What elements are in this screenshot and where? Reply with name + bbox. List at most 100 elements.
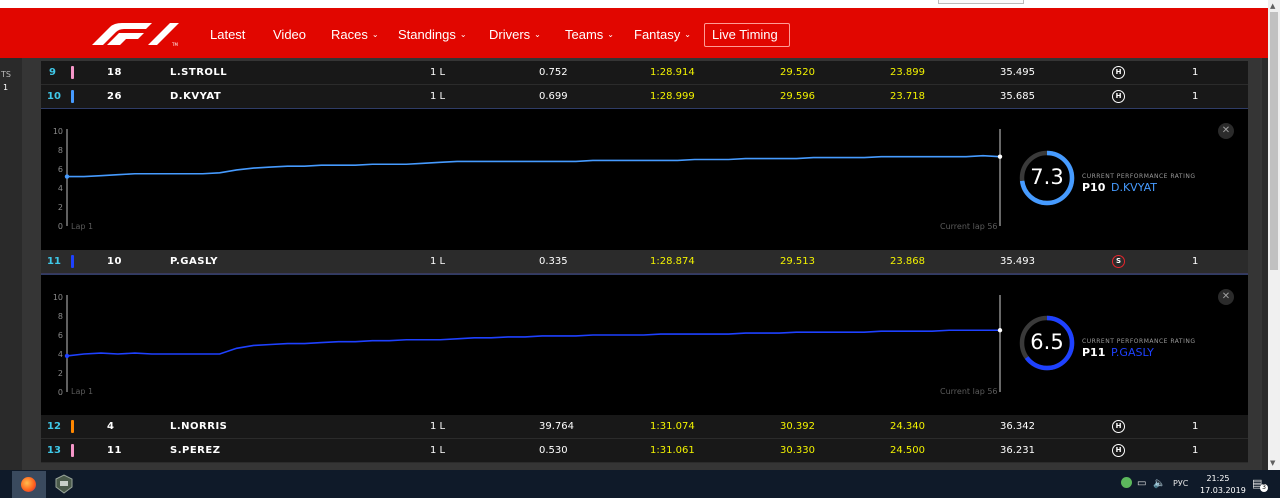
- row-sector-1: 30.392: [780, 421, 815, 432]
- close-icon[interactable]: ✕: [1218, 123, 1234, 139]
- team-color-bar: [71, 420, 74, 433]
- nav-video[interactable]: Video: [273, 27, 306, 42]
- y-tick-label: 6: [58, 165, 63, 174]
- rating-series-line: [66, 329, 1000, 357]
- row-sector-1: 29.520: [780, 67, 815, 78]
- network-icon[interactable]: ▭: [1137, 478, 1146, 489]
- team-color-bar: [71, 444, 74, 457]
- row-position: 13: [47, 445, 61, 456]
- tray-app-icon[interactable]: [1121, 477, 1132, 488]
- row-best-lap: 1:31.074: [650, 421, 695, 432]
- close-icon[interactable]: ✕: [1218, 289, 1234, 305]
- hard-tyre-icon: H: [1112, 90, 1125, 103]
- row-driver-name[interactable]: S.PEREZ: [170, 445, 220, 456]
- y-tick-label: 8: [58, 146, 63, 155]
- lap-start-label: Lap 1: [71, 222, 94, 231]
- scrollbar-thumb[interactable]: [1270, 12, 1278, 270]
- y-tick-label: 8: [58, 312, 63, 321]
- nav-latest[interactable]: Latest: [210, 27, 245, 42]
- volume-icon[interactable]: 🔈: [1153, 478, 1165, 489]
- rating-value: 7.3: [1030, 165, 1064, 189]
- game-launcher-icon[interactable]: [52, 473, 76, 495]
- y-tick-label: 2: [58, 369, 63, 378]
- row-laps: 1 L: [430, 445, 446, 456]
- language-indicator[interactable]: РУС: [1173, 479, 1188, 488]
- row-sector-3: 35.493: [1000, 256, 1035, 267]
- series-start-point: [64, 353, 70, 359]
- row-car-number: 18: [107, 67, 122, 78]
- firefox-taskbar-button[interactable]: [12, 471, 46, 498]
- nav-drivers[interactable]: Drivers ⌄: [489, 27, 541, 42]
- series-end-point: [997, 328, 1003, 333]
- nav-live-timing[interactable]: Live Timing: [712, 27, 778, 42]
- row-driver-name[interactable]: L.STROLL: [170, 67, 227, 78]
- firefox-icon: [21, 477, 36, 492]
- timing-row[interactable]: 9 18 L.STROLL 1 L 0.752 1:28.914 29.520 …: [41, 61, 1248, 85]
- row-driver-name[interactable]: D.KVYAT: [170, 91, 221, 102]
- row-sector-1: 30.330: [780, 445, 815, 456]
- row-position: 12: [47, 421, 61, 432]
- series-end-point: [997, 154, 1003, 159]
- row-gap: 39.764: [539, 421, 574, 432]
- lap-start-label: Lap 1: [71, 387, 94, 396]
- nav-teams[interactable]: Teams ⌄: [565, 27, 614, 42]
- row-laps: 1 L: [430, 421, 446, 432]
- row-gap: 0.335: [539, 256, 568, 267]
- y-tick-label: 6: [58, 331, 63, 340]
- hard-tyre-icon: H: [1112, 444, 1125, 457]
- rating-driver: D.KVYAT: [1111, 181, 1157, 194]
- rating-position: P11: [1082, 346, 1106, 359]
- timing-row[interactable]: 13 11 S.PEREZ 1 L 0.530 1:31.061 30.330 …: [41, 439, 1248, 463]
- y-tick-label: 10: [53, 293, 63, 302]
- nav-standings-label: Standings: [398, 27, 456, 42]
- svg-text:TM: TM: [171, 42, 178, 47]
- browser-tab-fragment[interactable]: [938, 0, 1024, 4]
- rating-value: 6.5: [1030, 330, 1064, 354]
- timing-row[interactable]: 11 10 P.GASLY 1 L 0.335 1:28.874 29.513 …: [41, 250, 1248, 274]
- row-laps: 1 L: [430, 91, 446, 102]
- page-scrollbar[interactable]: ▲ ▼: [1268, 0, 1280, 470]
- row-sector-3: 36.342: [1000, 421, 1035, 432]
- row-sector-3: 36.231: [1000, 445, 1035, 456]
- team-color-bar: [71, 90, 74, 103]
- row-sector-1: 29.513: [780, 256, 815, 267]
- row-gap: 0.752: [539, 67, 568, 78]
- y-tick-label: 0: [58, 222, 63, 231]
- row-pit-stops: 1: [1192, 256, 1199, 267]
- y-tick-label: 10: [53, 127, 63, 136]
- chevron-down-icon: ⌄: [459, 30, 467, 39]
- rating-caption: CURRENT PERFORMANCE RATING: [1082, 173, 1196, 180]
- row-driver-name[interactable]: P.GASLY: [170, 256, 218, 267]
- rating-driver: P.GASLY: [1111, 346, 1154, 359]
- chevron-down-icon: ⌄: [684, 30, 691, 39]
- nav-teams-label: Teams: [565, 27, 604, 42]
- y-tick-label: 4: [58, 184, 63, 193]
- row-sector-2: 24.500: [890, 445, 925, 456]
- row-pit-stops: 1: [1192, 421, 1199, 432]
- system-clock[interactable]: 21:25 17.03.2019: [1200, 473, 1246, 497]
- row-car-number: 26: [107, 91, 122, 102]
- row-driver-name[interactable]: L.NORRIS: [170, 421, 227, 432]
- row-sector-1: 29.596: [780, 91, 815, 102]
- current-lap-label: Current lap 56: [940, 222, 998, 231]
- left-panel-count: 1: [3, 83, 9, 92]
- f1-logo-icon[interactable]: TM: [86, 21, 182, 47]
- series-start-point: [64, 174, 70, 179]
- chevron-down-icon: ⌄: [534, 30, 541, 39]
- windows-taskbar: ▭ 🔈 РУС 21:25 17.03.2019 ▤ 3: [0, 470, 1280, 498]
- left-side-panel: TS 1: [0, 58, 22, 470]
- row-gap: 0.530: [539, 445, 568, 456]
- scroll-down-icon[interactable]: ▼: [1270, 459, 1275, 467]
- rating-position: P10: [1082, 181, 1106, 194]
- row-position: 10: [47, 91, 61, 102]
- timing-row[interactable]: 12 4 L.NORRIS 1 L 39.764 1:31.074 30.392…: [41, 415, 1248, 439]
- timing-row[interactable]: 10 26 D.KVYAT 1 L 0.699 1:28.999 29.596 …: [41, 85, 1248, 109]
- f1-nav-bar: TM Latest Video Races ⌄ Standings ⌄ Driver…: [0, 8, 1280, 58]
- chevron-down-icon: ⌄: [607, 30, 614, 39]
- nav-races[interactable]: Races ⌄: [331, 27, 379, 42]
- row-best-lap: 1:28.874: [650, 256, 695, 267]
- performance-panel: 10 8 6 4 2 0 Lap 1 Current lap 56 6.5 CURRENT…: [41, 274, 1248, 416]
- scroll-up-icon[interactable]: ▲: [1270, 2, 1275, 10]
- nav-standings[interactable]: Standings ⌄: [398, 27, 467, 42]
- nav-fantasy[interactable]: Fantasy ⌄: [634, 27, 691, 42]
